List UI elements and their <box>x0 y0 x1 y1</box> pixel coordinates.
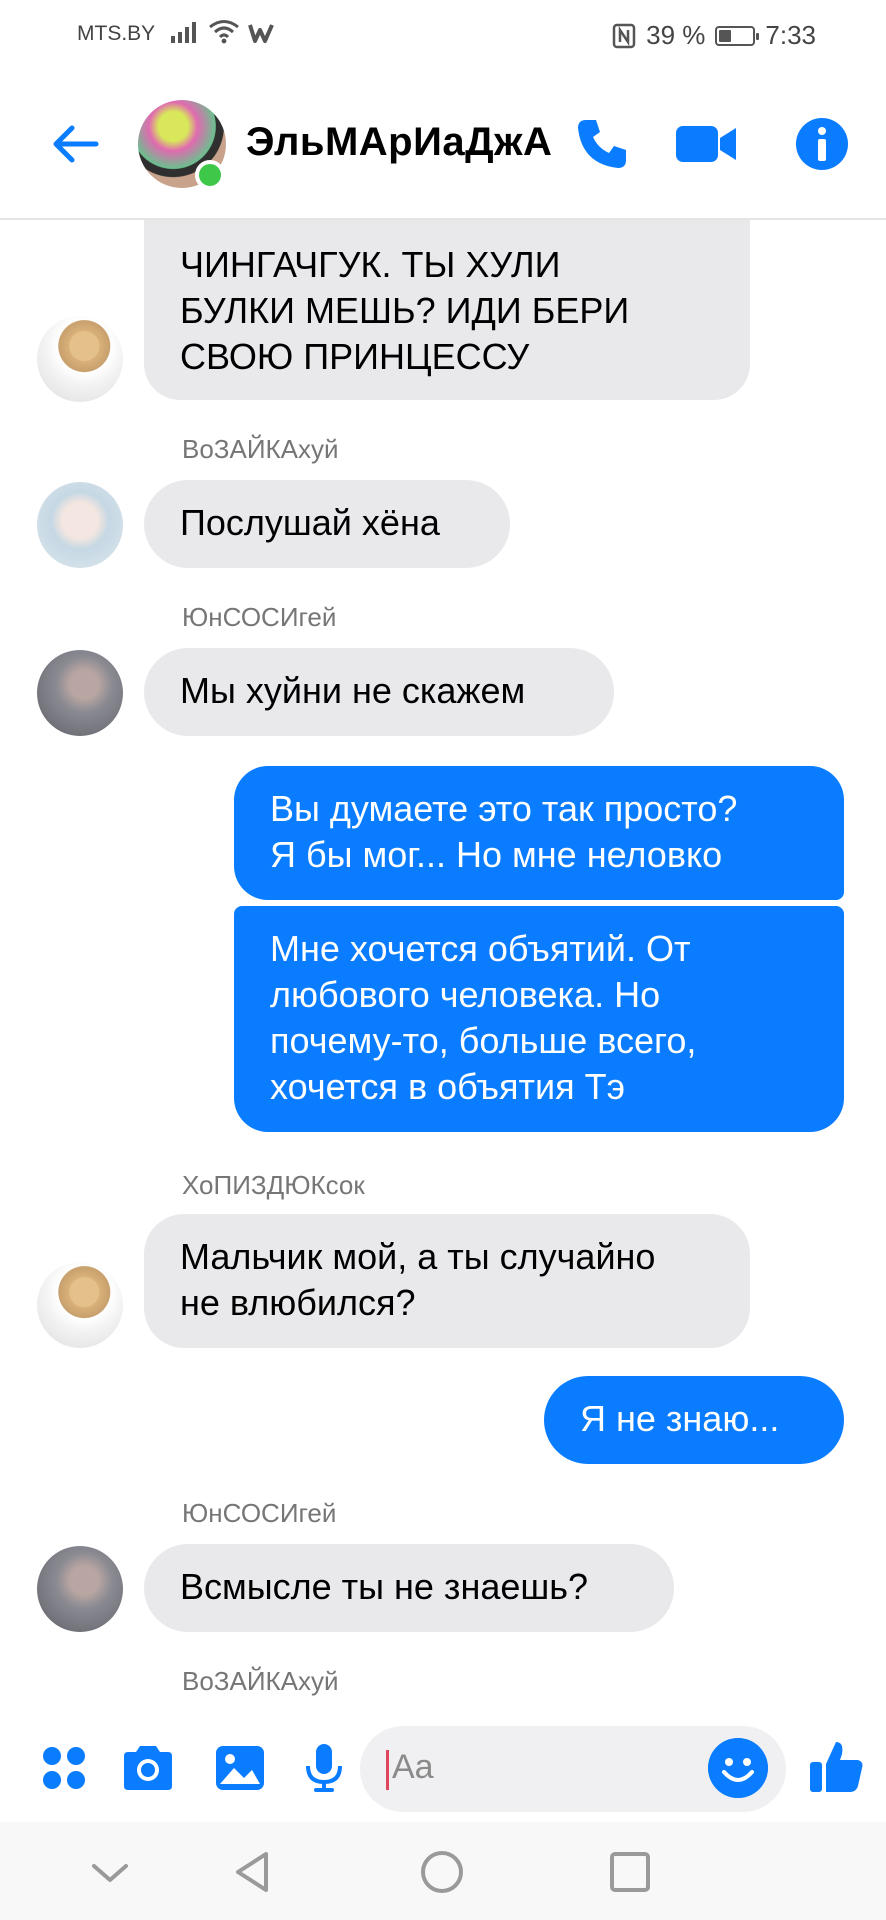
avatar[interactable] <box>37 1546 123 1632</box>
clock: 7:33 <box>765 20 816 50</box>
phone-icon[interactable] <box>572 114 632 174</box>
message-line: Послушай хёна <box>180 502 440 543</box>
wifi-icon <box>209 20 239 44</box>
message-bubble[interactable]: Мы хуйни не скажем <box>144 648 614 736</box>
info-icon[interactable] <box>792 114 852 174</box>
avatar[interactable] <box>37 650 123 736</box>
sender-name: ЮнСОСИгей <box>182 1498 337 1528</box>
avatar[interactable] <box>37 316 123 402</box>
w-app-icon <box>248 24 274 43</box>
message-bubble[interactable]: Послушай хёна <box>144 480 510 568</box>
recents-square-icon[interactable] <box>602 1844 658 1900</box>
status-bar: MTS.BY 39 % 7:33 <box>0 0 886 72</box>
message-line: почему-то, больше всего, <box>270 1020 697 1061</box>
message-bubble[interactable]: Всмысле ты не знаешь? <box>144 1544 674 1632</box>
message-bubble[interactable]: Мальчик мой, а ты случайно не влюбился? <box>144 1214 750 1348</box>
avatar[interactable] <box>37 1262 123 1348</box>
system-nav-bar <box>0 1822 886 1920</box>
back-triangle-icon[interactable] <box>226 1844 282 1900</box>
gallery-icon[interactable] <box>212 1740 268 1796</box>
battery-icon <box>715 25 760 46</box>
message-line: не влюбился? <box>180 1282 416 1323</box>
signal-icon <box>171 22 196 43</box>
online-indicator <box>195 160 225 190</box>
message-line: любового человека. Но <box>270 974 661 1015</box>
battery-percent: 39 % <box>646 20 706 50</box>
message-line: Мне хочется объятий. От <box>270 928 691 969</box>
avatar[interactable] <box>37 482 123 568</box>
battery-level <box>719 29 732 42</box>
text-caret <box>386 1750 389 1790</box>
video-camera-icon[interactable] <box>672 114 740 174</box>
message-bubble[interactable]: Вы думаете это так просто? Я бы мог... Н… <box>234 766 844 900</box>
menu-dots-icon[interactable] <box>36 1740 92 1796</box>
sender-name: ВоЗАЙКАхуй <box>182 434 339 464</box>
carrier-name: MTS.BY <box>77 22 156 45</box>
message-bubble[interactable]: Я не знаю... <box>544 1376 844 1464</box>
sender-name: ВоЗАЙКАхуй <box>182 1666 339 1696</box>
thumbs-up-icon[interactable] <box>806 1736 866 1796</box>
chat-title[interactable]: ЭльМАрИаДжА <box>246 120 552 165</box>
camera-icon[interactable] <box>120 1740 176 1796</box>
sender-name: ХоПИЗДЮКсок <box>182 1170 365 1200</box>
sender-name: ЮнСОСИгей <box>182 602 337 632</box>
message-list[interactable]: ЧИНГАЧГУК. ТЫ ХУЛИ БУЛКИ МЕШЬ? ИДИ БЕРИ … <box>0 220 886 1710</box>
message-bubble[interactable]: Мне хочется объятий. От любового человек… <box>234 906 844 1132</box>
message-line: Я не знаю... <box>580 1398 780 1439</box>
collapse-chevron-icon[interactable] <box>82 1844 138 1900</box>
message-line: Мы хуйни не скажем <box>180 670 526 711</box>
message-input-placeholder: Aa <box>392 1748 434 1786</box>
back-arrow-icon[interactable] <box>48 116 104 172</box>
message-line: ЧИНГАЧГУК. ТЫ ХУЛИ <box>180 244 561 285</box>
message-line: хочется в объятия Тэ <box>270 1066 626 1107</box>
home-circle-icon[interactable] <box>414 1844 470 1900</box>
message-line: Я бы мог... Но мне неловко <box>270 834 723 875</box>
message-bubble[interactable]: ЧИНГАЧГУК. ТЫ ХУЛИ БУЛКИ МЕШЬ? ИДИ БЕРИ … <box>144 220 750 400</box>
message-line: Вы думаете это так просто? <box>270 788 738 829</box>
message-line: БУЛКИ МЕШЬ? ИДИ БЕРИ <box>180 290 630 331</box>
message-line: Мальчик мой, а ты случайно <box>180 1236 656 1277</box>
message-line: СВОЮ ПРИНЦЕССУ <box>180 336 530 377</box>
microphone-icon[interactable] <box>296 1740 352 1796</box>
emoji-icon[interactable] <box>708 1738 768 1798</box>
chat-header: ЭльМАрИаДжА <box>0 72 886 220</box>
message-line: Всмысле ты не знаешь? <box>180 1566 589 1607</box>
nfc-icon <box>612 23 636 48</box>
